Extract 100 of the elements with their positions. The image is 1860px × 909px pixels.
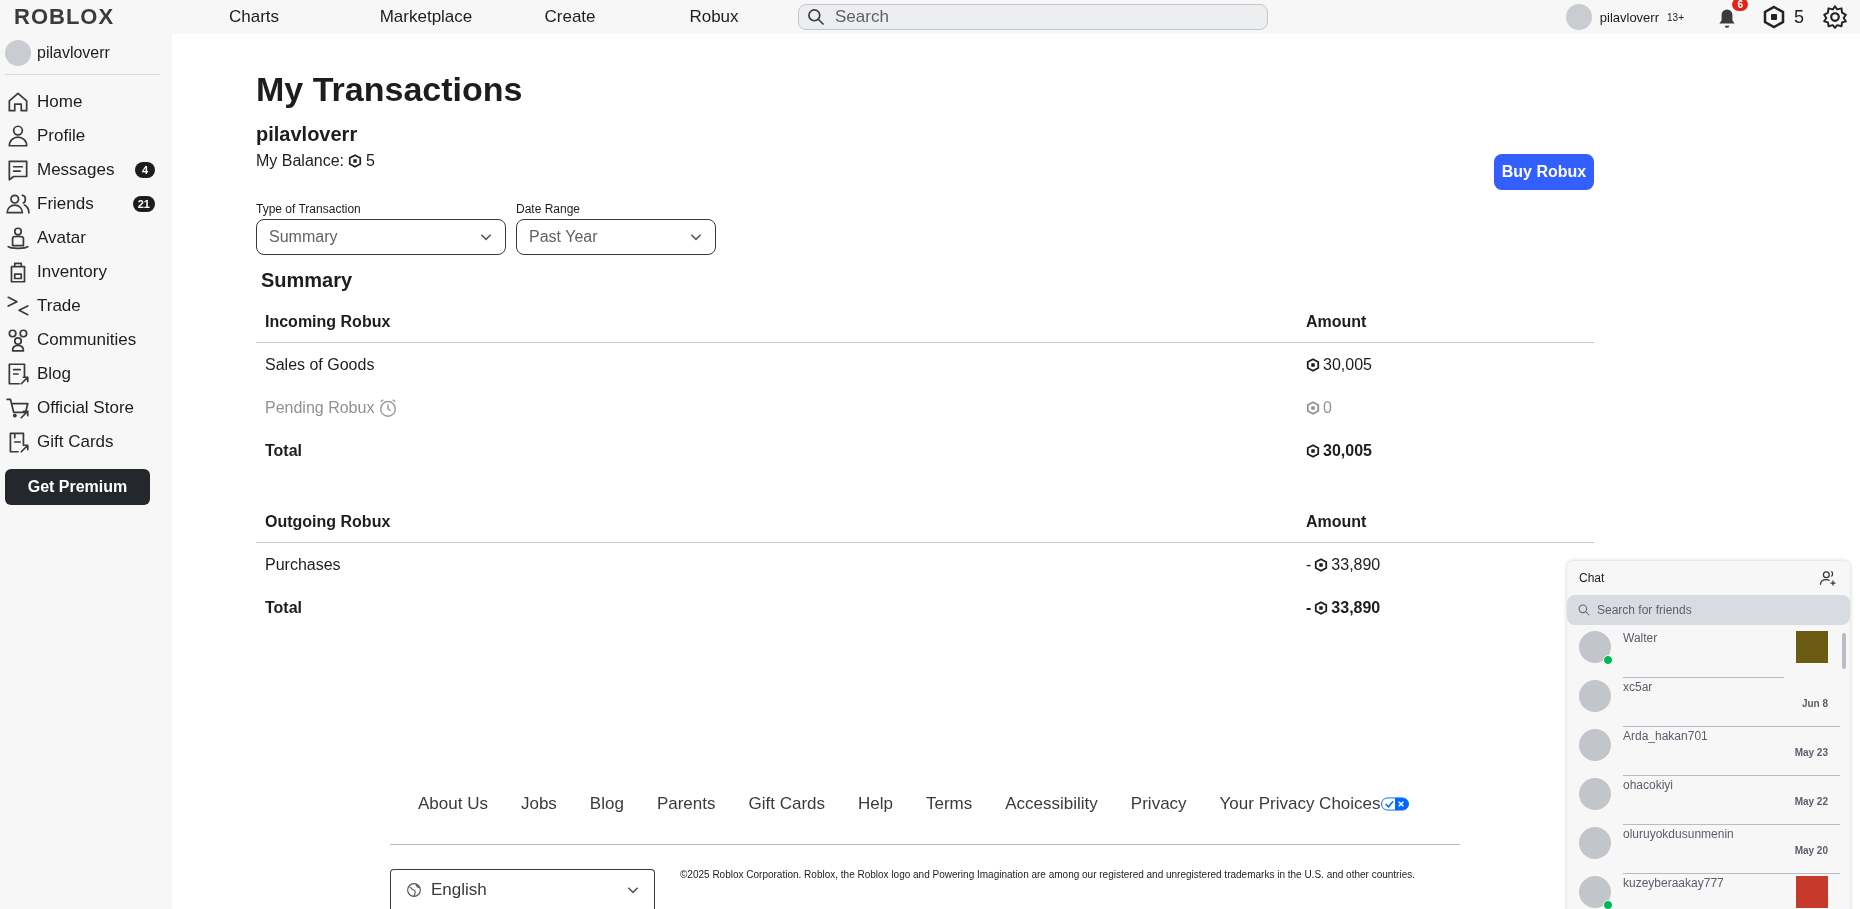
messages-icon — [5, 157, 31, 183]
language-dropdown[interactable]: English — [390, 869, 655, 909]
username[interactable]: pilavloverr — [1599, 9, 1659, 25]
minus-sign: - — [1306, 555, 1312, 574]
chat-friend-item[interactable]: Arda_hakan701 May 23 — [1579, 729, 1850, 778]
amount-value: 30,005 — [1323, 355, 1372, 374]
username: pilavloverr — [256, 123, 359, 146]
page-title: My Transactions — [256, 70, 524, 109]
nav-link[interactable]: Robux — [642, 7, 786, 27]
chat-friend-item[interactable]: oluruyokdusunmenin May 20 — [1579, 827, 1850, 876]
sidebar-item[interactable]: Blog — [5, 357, 155, 391]
footer-link[interactable]: About Us — [418, 794, 488, 814]
sidebar-item[interactable]: Official Store — [5, 391, 155, 425]
scrollbar — [1842, 633, 1846, 669]
nav-link[interactable]: Marketplace — [354, 7, 498, 27]
sidebar-item[interactable]: Home — [5, 85, 155, 119]
copyright-text: ©2025 Roblox Corporation. Roblox, the Roblox logo and Powering Imagination are among our registered and unregistered trademarks in the U.S. and other countries. — [680, 869, 1415, 880]
friends-icon — [5, 191, 31, 217]
sidebar-item[interactable]: Profile — [5, 119, 155, 153]
footer-link[interactable]: Help — [858, 794, 893, 814]
balance-amount: 5 — [366, 152, 375, 170]
sidebar-item[interactable]: Inventory — [5, 255, 155, 289]
sidebar-item[interactable]: Friends 21 — [5, 187, 155, 221]
sidebar-item[interactable]: Messages 4 — [5, 153, 155, 187]
friend-name: kuzeyberaakay777 — [1623, 876, 1725, 890]
friend-name: Walter — [1623, 631, 1659, 645]
dropdown[interactable]: Summary — [256, 219, 506, 255]
nav-link[interactable]: Create — [498, 7, 642, 27]
search-icon — [806, 7, 826, 27]
count-badge: 21 — [132, 196, 155, 212]
friend-name: xc5ar — [1623, 680, 1654, 694]
count-badge: 4 — [135, 162, 155, 178]
avatar-icon — [5, 225, 31, 251]
column-header: Outgoing Robux — [264, 513, 392, 531]
sidebar-item[interactable]: Communities — [5, 323, 155, 357]
friend-avatar — [1579, 729, 1611, 761]
blog-icon — [5, 361, 31, 387]
chat-friend-item[interactable]: Walter — [1579, 631, 1850, 680]
balance-label: My Balance: — [256, 152, 345, 170]
last-message-date: May 23 — [1794, 747, 1828, 758]
robux-icon — [348, 154, 363, 168]
footer-link[interactable]: Your Privacy Choices — [1219, 794, 1381, 814]
globe-icon — [405, 880, 423, 899]
footer-link[interactable]: Jobs — [520, 794, 557, 814]
chat-friend-item[interactable]: ohacokiyi May 22 — [1579, 778, 1850, 827]
footer-link[interactable]: Terms — [926, 794, 973, 814]
friend-name: Arda_hakan701 — [1623, 729, 1709, 743]
sidebar-username[interactable]: pilavloverr — [37, 44, 110, 62]
footer-link[interactable]: Parents — [656, 794, 716, 814]
chat-friend-item[interactable]: kuzeyberaakay777 — [1579, 876, 1850, 909]
friend-avatar — [1579, 680, 1611, 712]
sidebar-item[interactable]: Avatar — [5, 221, 155, 255]
last-message-date: May 20 — [1794, 845, 1828, 856]
amount-value: 0 — [1323, 398, 1332, 417]
communities-icon — [5, 327, 31, 353]
row-label: Purchases — [265, 555, 341, 574]
roblox-logo[interactable]: ROBLOX — [14, 4, 174, 30]
row-label: Pending Robux — [265, 398, 375, 417]
row-label: Sales of Goods — [265, 355, 375, 374]
friend-search-field[interactable]: Search for friends — [1567, 595, 1850, 625]
row-label: Total — [265, 441, 303, 460]
robux-icon[interactable] — [1762, 5, 1786, 29]
chat-friend-item[interactable]: xc5ar Jun 8 — [1579, 680, 1850, 729]
chat-title: Chat — [1579, 571, 1605, 585]
friend-avatar — [1579, 827, 1611, 859]
amount-value: 33,890 — [1331, 555, 1381, 574]
store-icon — [5, 395, 31, 421]
column-header: Amount — [1306, 313, 1368, 331]
footer-link[interactable]: Gift Cards — [748, 794, 825, 814]
amount-value: 30,005 — [1323, 441, 1372, 460]
settings-icon[interactable] — [1822, 4, 1848, 30]
amount-value: 33,890 — [1331, 598, 1381, 617]
robux-icon — [1314, 600, 1329, 615]
friend-name: oluruyokdusunmenin — [1623, 827, 1735, 841]
get-premium-button[interactable]: Get Premium — [5, 469, 150, 505]
footer-link[interactable]: Privacy — [1130, 794, 1187, 814]
sidebar-item[interactable]: Gift Cards — [5, 425, 155, 459]
privacy-toggle-icon — [1380, 797, 1409, 811]
robux-icon — [1306, 357, 1320, 372]
robux-icon — [1306, 400, 1320, 415]
column-header: Amount — [1306, 513, 1368, 531]
robux-balance[interactable]: 5 — [1794, 6, 1804, 28]
age-label: 13+ — [1667, 11, 1684, 23]
footer-link[interactable]: Accessibility — [1005, 794, 1098, 814]
section-title: Summary — [261, 269, 354, 292]
friend-name: ohacokiyi — [1623, 778, 1675, 792]
friend-avatar — [1579, 778, 1611, 810]
row-label: Total — [265, 598, 303, 617]
search-field[interactable]: Search — [798, 4, 1268, 30]
dropdown[interactable]: Past Year — [516, 219, 716, 255]
robux-icon — [1306, 443, 1320, 458]
filter-label: Type of Transaction — [256, 202, 362, 216]
search-icon — [1577, 603, 1591, 617]
minus-sign: - — [1306, 598, 1312, 617]
footer-link[interactable]: Blog — [589, 794, 624, 814]
nav-link[interactable]: Charts — [214, 7, 294, 27]
last-message-date: May 22 — [1794, 796, 1828, 807]
add-friend-icon[interactable] — [1818, 568, 1838, 588]
buy-robux-button[interactable]: Buy Robux — [1494, 154, 1594, 190]
sidebar-item[interactable]: Trade — [5, 289, 155, 323]
